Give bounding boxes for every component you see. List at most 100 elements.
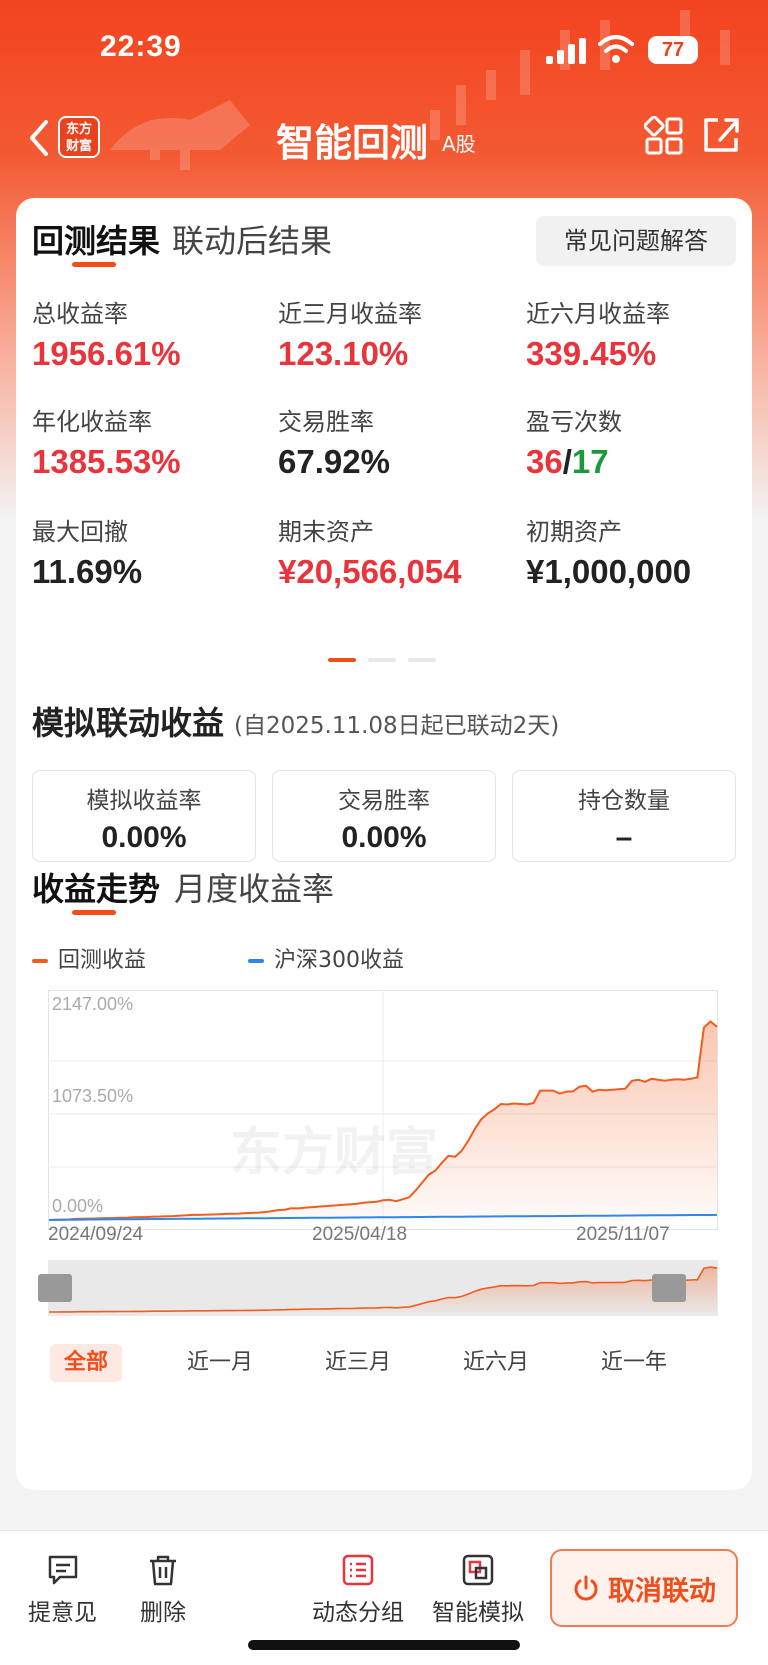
- metric-value: 11.69%: [32, 553, 143, 590]
- feedback-button[interactable]: 提意见: [28, 1553, 97, 1627]
- sim-return-box: 模拟收益率 0.00%: [32, 770, 256, 862]
- power-icon: [574, 1575, 598, 1601]
- y-tick-label: 2147.00%: [52, 994, 134, 1014]
- legend-swatch-benchmark: [248, 959, 264, 963]
- dynamic-group-label: 动态分组: [312, 1600, 404, 1626]
- page-dot: [408, 658, 436, 662]
- watermark: 东方财富: [230, 1123, 439, 1183]
- count-separator: /: [562, 443, 572, 480]
- period-all[interactable]: 全部: [50, 1344, 123, 1382]
- page-title: 智能回测: [276, 121, 429, 165]
- metric-value: 339.45%: [526, 335, 657, 372]
- smart-simulate-button[interactable]: 智能模拟: [432, 1553, 524, 1627]
- sim-winrate-value: 0.00%: [341, 821, 427, 854]
- signal-icon: [546, 38, 586, 64]
- metric-win-rate: 交易胜率 67.92%: [278, 402, 518, 481]
- win-count: 36: [526, 443, 563, 480]
- faq-button[interactable]: 常见问题解答: [536, 216, 736, 266]
- metric-value: ¥20,566,054: [278, 553, 462, 590]
- metric-total-return: 总收益率 1956.61%: [32, 294, 272, 373]
- metric-value: 123.10%: [278, 335, 409, 372]
- metric-label: 总收益率: [32, 300, 128, 328]
- list-icon: [342, 1554, 374, 1586]
- y-tick-label: 0.00%: [52, 1196, 104, 1216]
- dynamic-group-button[interactable]: 动态分组: [312, 1553, 404, 1627]
- metric-value: 36/17: [526, 443, 766, 481]
- metric-label: 期末资产: [278, 518, 374, 546]
- cancel-linkage-button[interactable]: 取消联动: [550, 1549, 738, 1627]
- sim-return-value: 0.00%: [101, 821, 187, 854]
- tab-underline: [72, 910, 116, 915]
- metric-label: 最大回撤: [32, 518, 128, 546]
- tab-return-trend[interactable]: 收益走势: [32, 864, 160, 910]
- next-card-peek: [16, 1430, 752, 1470]
- sim-section-title: 模拟联动收益: [32, 704, 225, 742]
- metric-label: 初期资产: [526, 518, 622, 546]
- legend-benchmark: 沪深300收益: [248, 942, 404, 974]
- trash-icon: [150, 1555, 176, 1586]
- page-subtitle: A股: [442, 132, 476, 156]
- loss-count: 17: [571, 443, 609, 480]
- smart-simulate-label: 智能模拟: [432, 1600, 524, 1626]
- y-tick-label: 1073.50%: [52, 1086, 134, 1106]
- page-dot-active: [328, 658, 356, 662]
- period-1m[interactable]: 近一月: [180, 1344, 260, 1382]
- metric-label: 近三月收益率: [278, 300, 422, 328]
- tab-linked-result[interactable]: 联动后结果: [172, 216, 332, 262]
- sim-winrate-box: 交易胜率 0.00%: [272, 770, 496, 862]
- metric-label: 年化收益率: [32, 408, 152, 436]
- delete-button[interactable]: 删除: [140, 1553, 186, 1627]
- battery-indicator: 77: [648, 36, 698, 64]
- metric-value: 67.92%: [278, 443, 390, 480]
- metric-initial-assets: 初期资产 ¥1,000,000: [526, 512, 766, 591]
- tab-underline: [72, 262, 116, 267]
- metric-value: ¥1,000,000: [526, 553, 692, 590]
- legend-backtest: 回测收益: [32, 942, 146, 974]
- period-3m[interactable]: 近三月: [318, 1344, 398, 1382]
- sim-holdings-box: 持仓数量 –: [512, 770, 736, 862]
- cancel-linkage-label: 取消联动: [608, 1575, 716, 1607]
- simulate-icon: [462, 1554, 494, 1586]
- sim-holdings-value: –: [615, 821, 633, 854]
- range-handle-right[interactable]: [652, 1274, 686, 1302]
- sim-winrate-label: 交易胜率: [338, 788, 430, 814]
- sim-return-label: 模拟收益率: [86, 788, 202, 814]
- legend-label: 沪深300收益: [274, 948, 404, 973]
- nav-bar: 东方财富 智能回测 A股: [0, 100, 768, 180]
- metric-annual-return: 年化收益率 1385.53%: [32, 402, 272, 481]
- tab-backtest-result[interactable]: 回测结果: [32, 216, 160, 262]
- x-tick-label: 2025/11/07: [576, 1224, 670, 1245]
- metric-max-drawdown: 最大回撤 11.69%: [32, 512, 272, 591]
- metric-win-loss-count: 盈亏次数 36/17: [526, 402, 766, 481]
- metric-3m-return: 近三月收益率 123.10%: [278, 294, 518, 373]
- metric-label: 盈亏次数: [526, 408, 622, 436]
- metric-label: 近六月收益率: [526, 300, 670, 328]
- legend-swatch-backtest: [32, 959, 48, 963]
- status-time: 22:39: [100, 30, 182, 63]
- range-handle-left[interactable]: [38, 1274, 72, 1302]
- legend-label: 回测收益: [58, 948, 147, 973]
- grid-icon[interactable]: [644, 116, 684, 156]
- sim-section-note: (自2025.11.08日起已联动2天): [234, 713, 560, 739]
- share-icon[interactable]: [700, 114, 742, 156]
- metric-label: 交易胜率: [278, 408, 374, 436]
- home-indicator: [248, 1640, 520, 1650]
- page-dot: [368, 658, 396, 662]
- delete-label: 删除: [140, 1600, 186, 1626]
- feedback-label: 提意见: [28, 1600, 97, 1626]
- metric-value: 1385.53%: [32, 443, 181, 480]
- period-1y[interactable]: 近一年: [594, 1344, 674, 1382]
- metric-6m-return: 近六月收益率 339.45%: [526, 294, 766, 373]
- range-navigator[interactable]: [48, 1260, 718, 1316]
- backtest-card: 回测结果 联动后结果 常见问题解答 总收益率 1956.61% 近三月收益率 1…: [16, 198, 752, 1490]
- x-tick-label: 2024/09/24: [48, 1224, 144, 1245]
- period-6m[interactable]: 近六月: [456, 1344, 536, 1382]
- sim-holdings-label: 持仓数量: [578, 788, 670, 814]
- app-logo: 东方财富: [58, 116, 100, 158]
- back-arrow-icon[interactable]: [26, 118, 52, 158]
- metric-final-assets: 期末资产 ¥20,566,054: [278, 512, 518, 591]
- wifi-icon: [598, 35, 634, 63]
- tab-monthly-return[interactable]: 月度收益率: [174, 864, 334, 910]
- metric-value: 1956.61%: [32, 335, 181, 372]
- feedback-icon: [48, 1555, 77, 1585]
